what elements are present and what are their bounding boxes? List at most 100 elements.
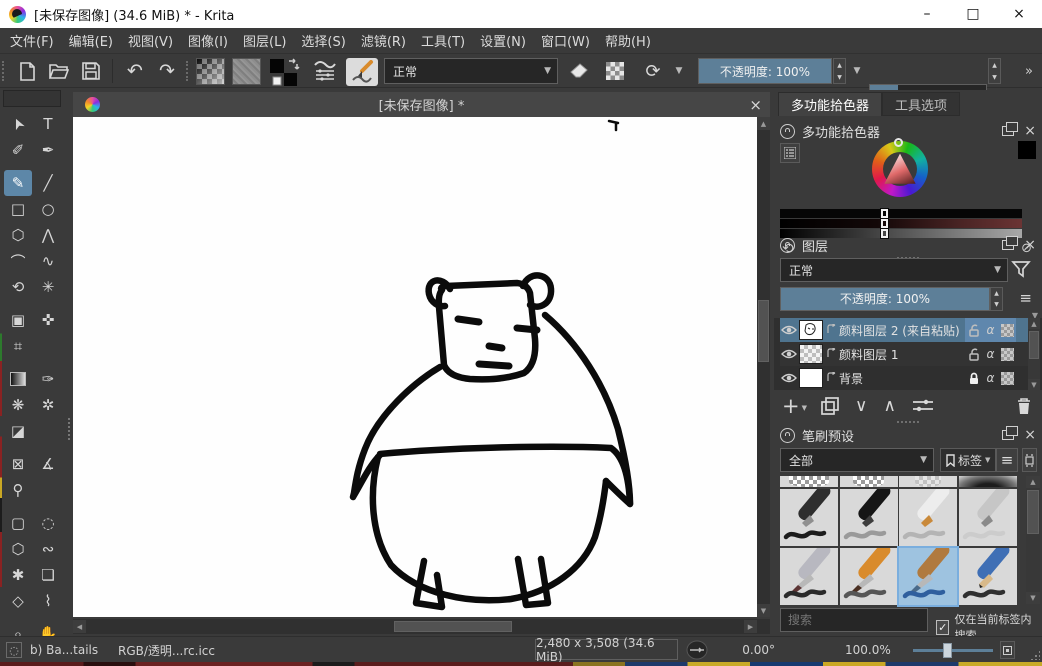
- reload-preset-button[interactable]: ⟳: [640, 58, 666, 84]
- docker-splitter[interactable]: [897, 421, 919, 423]
- foreground-background-colors[interactable]: [268, 58, 302, 88]
- gradient-swatch-button[interactable]: [196, 58, 225, 85]
- layer-thumbnail[interactable]: [799, 320, 823, 340]
- menu-item-设置N[interactable]: 设置(N): [480, 31, 526, 50]
- delete-layer-button[interactable]: [1016, 397, 1032, 415]
- layer-row-3[interactable]: 背景α: [780, 366, 1028, 390]
- preset-filter-dropdown[interactable]: 全部 ▼: [780, 448, 934, 472]
- scroll-down-icon[interactable]: ▼: [1026, 592, 1040, 604]
- scroll-right-icon[interactable]: ▶: [744, 620, 757, 633]
- edit-brush-settings-button[interactable]: [310, 58, 340, 84]
- chevron-down-icon[interactable]: ▼: [850, 58, 864, 84]
- layer-row-1[interactable]: 颜料图层 2 (来自粘贴)α: [780, 318, 1028, 342]
- text-tool[interactable]: T: [34, 111, 62, 137]
- close-docker-icon[interactable]: ×: [1024, 240, 1036, 250]
- canvas-vertical-scrollbar[interactable]: ▲ ▼: [757, 117, 770, 617]
- color-wheel[interactable]: [872, 141, 928, 197]
- smart-patch-tool[interactable]: ❋: [4, 392, 32, 418]
- current-brush-name[interactable]: b) Ba...tails: [30, 637, 98, 663]
- scroll-up-icon[interactable]: ▲: [757, 117, 770, 130]
- preset-pen-ink[interactable]: [840, 489, 898, 546]
- preset-pen-white[interactable]: [899, 489, 957, 546]
- toolbar-grip[interactable]: [186, 61, 191, 81]
- horizontal-scroll-thumb[interactable]: [394, 621, 512, 632]
- move-tool[interactable]: ✜: [34, 307, 62, 333]
- rectangle-tool[interactable]: □: [4, 196, 32, 222]
- toolbox-resize-grip[interactable]: [68, 418, 70, 440]
- fit-zoom-button[interactable]: [1000, 641, 1015, 659]
- scroll-down-icon[interactable]: ▼: [757, 604, 770, 617]
- preset-search-input[interactable]: [780, 608, 928, 632]
- color-profile-label[interactable]: RGB/透明...rc.icc: [118, 637, 215, 663]
- duplicate-layer-button[interactable]: [821, 397, 839, 415]
- menu-item-工具T[interactable]: 工具(T): [421, 31, 465, 50]
- opacity-spinner[interactable]: ▲▼: [833, 58, 846, 84]
- magnetic-select-tool[interactable]: ⌇: [34, 588, 62, 614]
- bezier-curve-tool[interactable]: ⌒: [4, 248, 32, 274]
- fill-tool[interactable]: ◪: [4, 418, 32, 444]
- tag-button[interactable]: 标签 ▼: [940, 448, 996, 472]
- preset-pen-silver[interactable]: [959, 489, 1017, 546]
- new-document-button[interactable]: [14, 58, 40, 84]
- ellipse-select-tool[interactable]: ◌: [34, 510, 62, 536]
- minimize-button[interactable]: –: [904, 0, 950, 28]
- toolbox-header[interactable]: [3, 90, 61, 107]
- document-close-icon[interactable]: ×: [749, 96, 762, 114]
- zoom-slider[interactable]: [913, 637, 993, 663]
- move-layer-up-button[interactable]: ∧: [883, 396, 895, 416]
- menu-item-帮助H[interactable]: 帮助(H): [605, 31, 651, 50]
- scroll-up-icon[interactable]: ▲: [1026, 476, 1040, 488]
- menu-item-视图V[interactable]: 视图(V): [128, 31, 173, 50]
- bezier-select-tool[interactable]: ◇: [4, 588, 32, 614]
- layer-alpha-lock-icon[interactable]: α: [982, 342, 999, 366]
- zoom-slider-thumb[interactable]: [943, 643, 952, 658]
- toolbar-overflow-button[interactable]: »: [1020, 58, 1038, 84]
- lock-docker-icon[interactable]: [780, 238, 795, 253]
- menu-item-编辑E[interactable]: 编辑(E): [69, 31, 113, 50]
- magic-wand-select-tool[interactable]: ✱: [4, 562, 32, 588]
- freehand-brush-tool[interactable]: ✎: [4, 170, 32, 196]
- eraser-mode-button[interactable]: [566, 58, 594, 84]
- preset-brush-orange[interactable]: [840, 548, 898, 605]
- color-selector-settings-button[interactable]: [780, 143, 800, 163]
- add-layer-button[interactable]: +: [782, 394, 800, 418]
- menu-item-滤镜R[interactable]: 滤镜(R): [361, 31, 406, 50]
- scroll-down-icon[interactable]: ▼: [1028, 379, 1040, 390]
- toolbar-grip[interactable]: [2, 61, 7, 81]
- lock-docker-icon[interactable]: [780, 428, 795, 443]
- gradient-tool[interactable]: [4, 366, 32, 392]
- layer-menu-icon[interactable]: ≡: [1019, 289, 1032, 307]
- canvas-horizontal-scrollbar[interactable]: ◀ ▶: [73, 619, 770, 634]
- polygon-select-tool[interactable]: ⬡: [4, 536, 32, 562]
- float-docker-icon[interactable]: [1002, 240, 1014, 250]
- layer-scroll-thumb[interactable]: [1029, 331, 1039, 359]
- window-resize-grip[interactable]: [1030, 650, 1040, 660]
- preset-icon-size-button[interactable]: [1022, 448, 1037, 472]
- float-docker-icon[interactable]: [1002, 126, 1014, 136]
- preset-pencil-blue[interactable]: [959, 548, 1017, 605]
- layer-thumbnail[interactable]: [799, 344, 823, 364]
- rotation-angle-value[interactable]: 0.00°: [735, 637, 775, 663]
- layer-passthrough-icon[interactable]: [999, 342, 1016, 366]
- document-titlebar[interactable]: [未保存图像] * ×: [73, 92, 770, 117]
- layer-lock-icon[interactable]: [965, 342, 982, 366]
- layer-thumbnail[interactable]: [799, 368, 823, 388]
- checkbox-checked-icon[interactable]: ✓: [936, 620, 949, 635]
- close-button[interactable]: ×: [996, 0, 1042, 28]
- preset-scroll-thumb[interactable]: [1027, 490, 1039, 534]
- vertical-scroll-thumb[interactable]: [758, 300, 769, 362]
- crop-tool[interactable]: ⌗: [4, 333, 32, 359]
- freehand-path-tool[interactable]: ∿: [34, 248, 62, 274]
- layer-visibility-eye-icon[interactable]: [780, 366, 797, 390]
- close-docker-icon[interactable]: ×: [1024, 430, 1036, 440]
- layer-alpha-lock-icon[interactable]: α: [982, 366, 999, 390]
- menu-item-窗口W[interactable]: 窗口(W): [541, 31, 590, 50]
- layer-opacity-spinner[interactable]: ▲▼: [990, 287, 1003, 311]
- save-button[interactable]: [78, 58, 104, 84]
- chevron-down-icon[interactable]: ▼: [802, 404, 807, 412]
- layer-opacity-slider[interactable]: 不透明度: 100%: [780, 287, 990, 311]
- canvas-rotation-dial[interactable]: [686, 637, 708, 663]
- preset-brush-water[interactable]: [899, 548, 957, 605]
- lock-docker-icon[interactable]: [780, 124, 795, 139]
- layer-row-2[interactable]: 颜料图层 1α: [780, 342, 1028, 366]
